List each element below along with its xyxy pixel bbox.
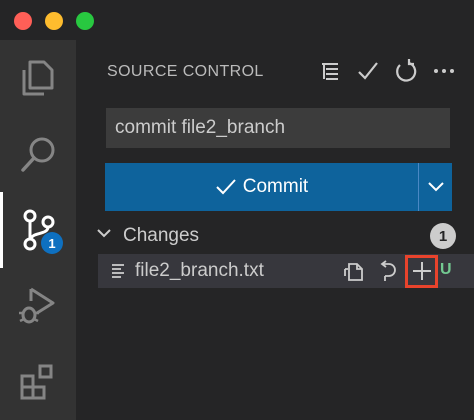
window-controls xyxy=(14,12,94,30)
run-debug-icon xyxy=(19,287,55,324)
file-status-untracked: U xyxy=(440,261,452,278)
open-file-icon xyxy=(344,263,363,281)
commit-check-icon xyxy=(358,62,378,80)
changes-group-header[interactable]: Changes 1 xyxy=(76,220,474,252)
commit-check-button[interactable] xyxy=(354,57,382,85)
panel-header: SOURCE CONTROL xyxy=(76,54,474,90)
activity-extensions[interactable] xyxy=(0,344,76,420)
plus-icon xyxy=(412,262,431,280)
files-icon xyxy=(22,60,54,96)
activity-bar: 1 xyxy=(0,40,76,420)
zoom-window-button[interactable] xyxy=(76,12,94,30)
changed-file-row[interactable]: file2_branch.txt U xyxy=(98,254,474,288)
commit-message-input[interactable] xyxy=(106,108,450,148)
activity-explorer[interactable] xyxy=(0,40,76,116)
source-control-panel: SOURCE CONTROL commit file2_branch Commi… xyxy=(76,40,474,420)
commit-button-label: Commit xyxy=(242,176,309,197)
changes-count-badge: 1 xyxy=(430,223,456,249)
view-as-tree-icon xyxy=(322,63,338,80)
text-file-icon xyxy=(112,264,124,278)
minimize-window-button[interactable] xyxy=(45,12,63,30)
extensions-icon xyxy=(20,364,53,400)
refresh-icon xyxy=(396,59,417,82)
search-icon xyxy=(21,137,55,172)
commit-dropdown-button[interactable] xyxy=(419,163,452,211)
file-name: file2_branch.txt xyxy=(135,260,264,281)
file-actions xyxy=(341,254,438,288)
commit-button[interactable]: Commit xyxy=(105,163,418,211)
open-file-button[interactable] xyxy=(341,257,369,285)
activity-source-control[interactable]: 1 xyxy=(0,192,76,268)
chevron-down-icon xyxy=(97,229,111,238)
panel-title: SOURCE CONTROL xyxy=(107,63,264,80)
vscode-window: 1 SOURCE CONTROL commit file2_branch Com… xyxy=(0,0,474,420)
changes-label: Changes xyxy=(123,225,200,246)
close-window-button[interactable] xyxy=(14,12,32,30)
stage-changes-button[interactable] xyxy=(405,254,438,288)
view-as-tree-button[interactable] xyxy=(316,57,344,85)
checkmark-icon xyxy=(216,179,236,195)
source-control-badge: 1 xyxy=(41,232,63,254)
more-actions-icon xyxy=(434,69,454,73)
discard-changes-button[interactable] xyxy=(373,257,401,285)
more-actions-button[interactable] xyxy=(430,57,458,85)
discard-changes-icon xyxy=(380,260,396,281)
activity-search[interactable] xyxy=(0,116,76,192)
header-actions xyxy=(316,57,458,85)
activity-run-debug[interactable] xyxy=(0,268,76,344)
refresh-button[interactable] xyxy=(392,57,420,85)
chevron-down-icon xyxy=(427,182,444,192)
